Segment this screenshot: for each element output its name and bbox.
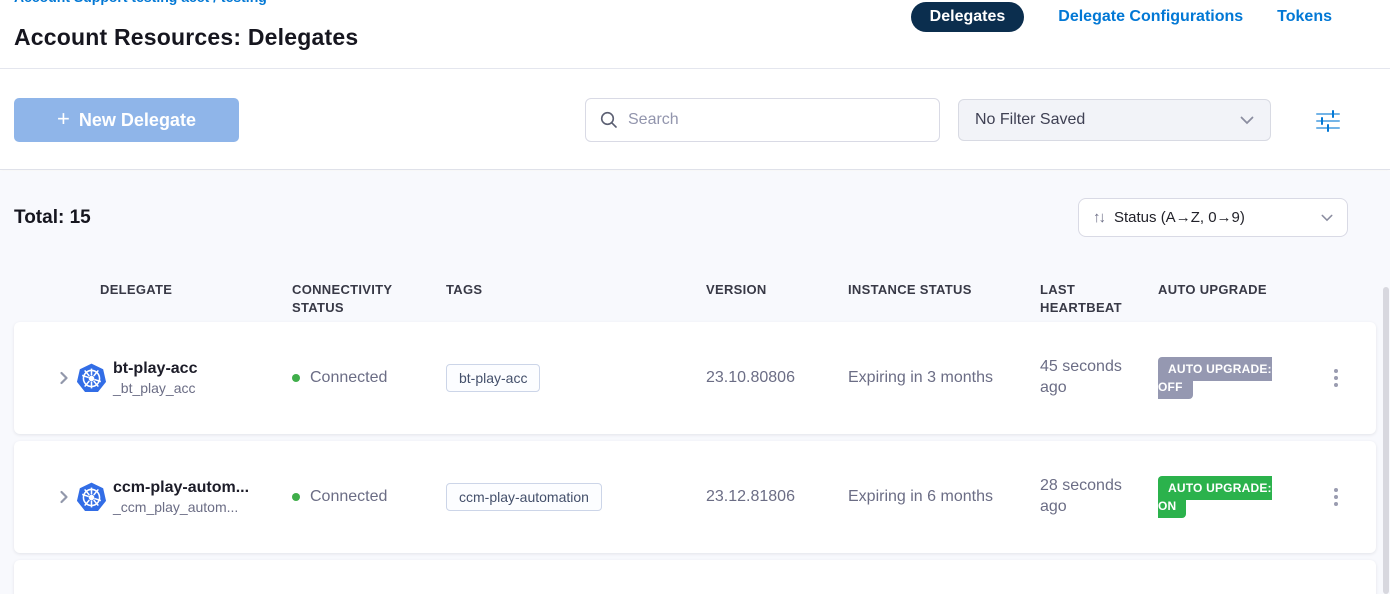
connectivity-status: Connected xyxy=(310,369,387,387)
last-heartbeat: 28 seconds ago xyxy=(1040,476,1158,518)
sort-value: Status (A→Z, 0→9) xyxy=(1114,209,1311,226)
column-header-delegate: DELEGATE xyxy=(14,281,292,299)
list-summary-row: Total: 15 ↑↓ Status (A→Z, 0→9) xyxy=(14,198,1348,237)
kebab-menu-icon xyxy=(1328,363,1344,393)
tab-delegate-configurations[interactable]: Delegate Configurations xyxy=(1058,8,1243,26)
column-header-version: VERSION xyxy=(706,281,848,299)
instance-status: Expiring in 3 months xyxy=(848,369,1040,387)
page-header: Account Support testing acct / testing A… xyxy=(0,0,1390,69)
table-row[interactable] xyxy=(14,560,1376,594)
search-input[interactable] xyxy=(628,111,925,129)
search-icon xyxy=(600,111,618,129)
resource-tabs: Delegates Delegate Configurations Tokens xyxy=(911,2,1332,32)
auto-upgrade-badge: AUTO UPGRADE: ON xyxy=(1158,476,1272,518)
saved-filter-value: No Filter Saved xyxy=(975,111,1240,129)
row-menu-button[interactable] xyxy=(1295,363,1376,393)
connectivity-status: Connected xyxy=(310,488,387,506)
column-header-connectivity-status: CONNECTIVITY STATUS xyxy=(292,281,404,316)
tag-chip: bt-play-acc xyxy=(446,364,540,392)
connected-status-dot xyxy=(292,493,300,501)
sort-arrows-icon: ↑↓ xyxy=(1093,209,1104,226)
kubernetes-icon xyxy=(76,363,107,394)
delegate-name[interactable]: ccm-play-autom... xyxy=(113,478,249,499)
instance-status: Expiring in 6 months xyxy=(848,488,1040,506)
version: 23.10.80806 xyxy=(706,369,848,387)
row-menu-button[interactable] xyxy=(1295,482,1376,512)
breadcrumb[interactable]: Account Support testing acct / testing xyxy=(14,0,267,7)
new-delegate-label: New Delegate xyxy=(79,110,196,131)
kubernetes-icon xyxy=(76,482,107,513)
column-header-instance-status: INSTANCE STATUS xyxy=(848,281,1040,299)
vertical-scrollbar[interactable] xyxy=(1383,287,1389,594)
total-count: Total: 15 xyxy=(14,207,91,229)
breadcrumb-text: Account Support testing acct / testing xyxy=(14,0,267,5)
tab-tokens[interactable]: Tokens xyxy=(1277,8,1332,26)
column-header-tags: TAGS xyxy=(446,281,706,299)
expand-chevron-right-icon[interactable] xyxy=(56,489,72,505)
delegates-list-panel: Total: 15 ↑↓ Status (A→Z, 0→9) DELEGATE … xyxy=(0,171,1390,594)
toolbar: + New Delegate No Filter Saved xyxy=(0,69,1390,170)
expand-chevron-right-icon[interactable] xyxy=(56,370,72,386)
table-row[interactable]: ccm-play-autom... _ccm_play_autom... Con… xyxy=(14,441,1376,553)
chevron-down-icon xyxy=(1321,214,1333,222)
filter-sliders-icon xyxy=(1315,109,1341,133)
version: 23.12.81806 xyxy=(706,488,848,506)
filter-panel-button[interactable] xyxy=(1310,105,1346,137)
auto-upgrade-badge: AUTO UPGRADE: OFF xyxy=(1158,357,1272,399)
sort-dropdown[interactable]: ↑↓ Status (A→Z, 0→9) xyxy=(1078,198,1348,237)
last-heartbeat: 45 seconds ago xyxy=(1040,357,1158,399)
table-header-row: DELEGATE CONNECTIVITY STATUS TAGS VERSIO… xyxy=(14,281,1376,316)
saved-filter-dropdown[interactable]: No Filter Saved xyxy=(958,99,1271,141)
delegate-id: _ccm_play_autom... xyxy=(113,498,249,516)
search-box xyxy=(585,98,940,142)
kebab-menu-icon xyxy=(1328,482,1344,512)
page-title: Account Resources: Delegates xyxy=(14,24,358,51)
tag-chip: ccm-play-automation xyxy=(446,483,602,511)
column-header-last-heartbeat: LAST HEARTBEAT xyxy=(1040,281,1132,316)
connected-status-dot xyxy=(292,374,300,382)
delegate-name[interactable]: bt-play-acc xyxy=(113,359,197,380)
column-header-auto-upgrade: AUTO UPGRADE xyxy=(1158,281,1295,299)
plus-icon: + xyxy=(57,108,70,130)
table-row[interactable]: bt-play-acc _bt_play_acc Connected bt-pl… xyxy=(14,322,1376,434)
chevron-down-icon xyxy=(1240,116,1254,125)
delegate-id: _bt_play_acc xyxy=(113,379,197,397)
tab-delegates[interactable]: Delegates xyxy=(911,2,1025,32)
new-delegate-button[interactable]: + New Delegate xyxy=(14,98,239,142)
